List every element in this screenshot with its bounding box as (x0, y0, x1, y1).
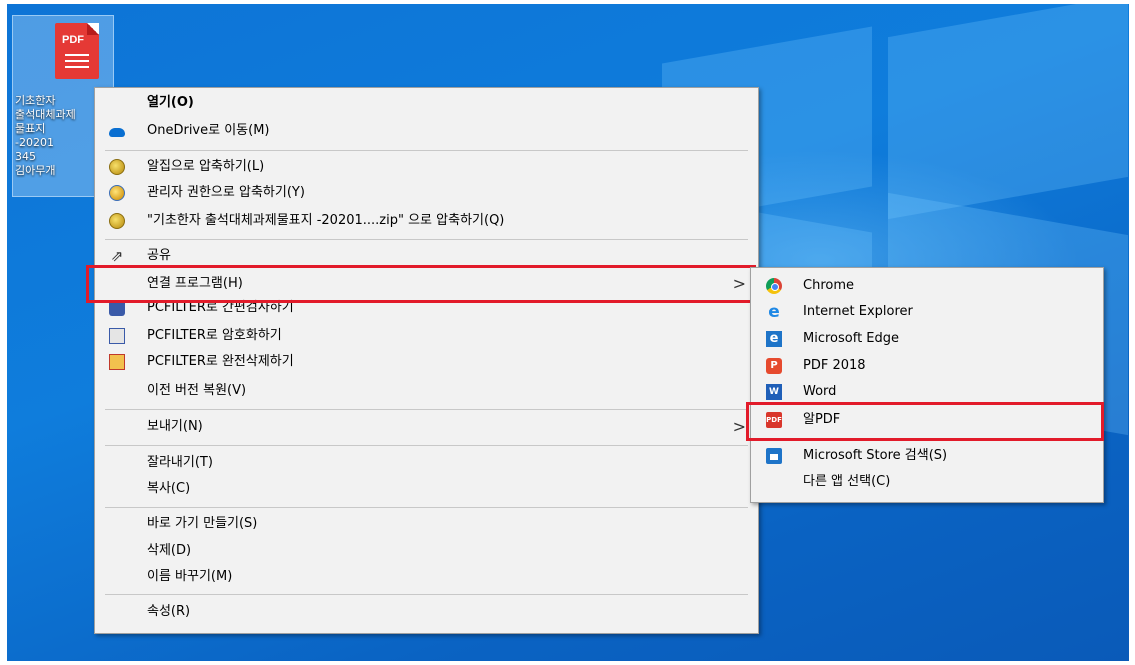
highlight-alpdf (746, 402, 1104, 441)
edge-icon: e (766, 331, 782, 347)
submenu-item-chrome[interactable]: Chrome (751, 274, 1103, 298)
menu-item-alzip-admin[interactable]: 관리자 권한으로 압축하기(Y) (95, 181, 758, 205)
menu-item-label: OneDrive로 이동(M) (147, 123, 270, 138)
submenu-item-label: Word (803, 384, 837, 399)
menu-item-label: 관리자 권한으로 압축하기(Y) (147, 185, 305, 200)
alzip-icon (109, 213, 125, 229)
menu-divider (105, 409, 748, 410)
menu-divider (105, 507, 748, 508)
internet-explorer-icon: e (768, 302, 780, 322)
menu-divider (105, 594, 748, 595)
submenu-item-label: Microsoft Edge (803, 331, 900, 346)
menu-item-pcfilter-encrypt[interactable]: PCFILTER로 암호화하기 (95, 324, 758, 348)
cloud-icon (109, 128, 125, 137)
submenu-item-word[interactable]: W Word (751, 380, 1103, 404)
submenu-item-pdf-2018[interactable]: P PDF 2018 (751, 354, 1103, 378)
submenu-item-label: Chrome (803, 278, 854, 293)
menu-item-label: "기초한자 출석대체과제물표지 -20201....zip" 으로 압축하기(Q… (147, 213, 505, 228)
menu-divider (105, 239, 748, 240)
submenu-item-label: Internet Explorer (803, 304, 913, 319)
menu-item-label: 복사(C) (147, 481, 191, 496)
submenu-item-edge[interactable]: e Microsoft Edge (751, 327, 1103, 351)
pcfilter-encrypt-icon (109, 328, 125, 344)
menu-item-label: 알집으로 압축하기(L) (147, 159, 265, 174)
menu-divider (105, 445, 748, 446)
submenu-item-label: Microsoft Store 검색(S) (803, 448, 948, 463)
menu-item-alzip[interactable]: 알집으로 압축하기(L) (95, 155, 758, 179)
menu-item-properties[interactable]: 속성(R) (95, 600, 758, 624)
alzip-admin-icon (109, 185, 125, 201)
menu-item-label: 바로 가기 만들기(S) (147, 516, 258, 531)
menu-item-label: PCFILTER로 완전삭제하기 (147, 354, 294, 369)
pcfilter-delete-icon (109, 354, 125, 370)
menu-item-label: 잘라내기(T) (147, 455, 213, 470)
menu-item-alzip-named[interactable]: "기초한자 출석대체과제물표지 -20201....zip" 으로 압축하기(Q… (95, 209, 758, 233)
submenu-item-store-search[interactable]: Microsoft Store 검색(S) (751, 444, 1103, 468)
alzip-icon (109, 159, 125, 175)
share-icon: ⇗ (110, 247, 124, 265)
submenu-item-choose-another-app[interactable]: 다른 앱 선택(C) (751, 470, 1103, 494)
open-with-submenu: Chrome e Internet Explorer e Microsoft E… (750, 267, 1104, 503)
chrome-icon (766, 278, 782, 294)
submenu-item-label: 다른 앱 선택(C) (803, 474, 891, 489)
pdf-2018-icon: P (766, 358, 782, 374)
menu-item-label: 속성(R) (147, 604, 191, 619)
menu-item-onedrive[interactable]: OneDrive로 이동(M) (95, 119, 758, 143)
menu-item-label: 보내기(N) (147, 419, 203, 434)
menu-divider (105, 150, 748, 151)
submenu-item-label: PDF 2018 (803, 358, 866, 373)
submenu-item-internet-explorer[interactable]: e Internet Explorer (751, 300, 1103, 324)
windows-logo-pane (888, 0, 1128, 220)
word-icon: W (766, 384, 782, 400)
menu-item-label: PCFILTER로 암호화하기 (147, 328, 282, 343)
menu-item-rename[interactable]: 이름 바꾸기(M) (95, 565, 758, 589)
menu-item-restore-versions[interactable]: 이전 버전 복원(V) (95, 379, 758, 403)
menu-item-label: 이름 바꾸기(M) (147, 569, 233, 584)
menu-item-open[interactable]: 열기(O) (95, 91, 758, 115)
pdf-file-icon: PDF (55, 23, 99, 79)
menu-item-label: 이전 버전 복원(V) (147, 383, 247, 398)
store-icon (766, 448, 782, 464)
menu-item-cut[interactable]: 잘라내기(T) (95, 451, 758, 475)
pdf-icon-text: PDF (62, 34, 84, 46)
menu-item-pcfilter-delete[interactable]: PCFILTER로 완전삭제하기 (95, 350, 758, 374)
menu-item-label: 삭제(D) (147, 543, 192, 558)
menu-item-label: 열기(O) (147, 95, 194, 110)
context-menu: 열기(O) OneDrive로 이동(M) 알집으로 압축하기(L) 관리자 권… (94, 87, 759, 634)
chevron-right-icon: > (732, 417, 746, 436)
menu-item-create-shortcut[interactable]: 바로 가기 만들기(S) (95, 512, 758, 536)
menu-item-copy[interactable]: 복사(C) (95, 477, 758, 501)
highlight-open-with (86, 265, 756, 303)
menu-item-send-to[interactable]: 보내기(N) > (95, 415, 758, 439)
menu-item-delete[interactable]: 삭제(D) (95, 539, 758, 563)
